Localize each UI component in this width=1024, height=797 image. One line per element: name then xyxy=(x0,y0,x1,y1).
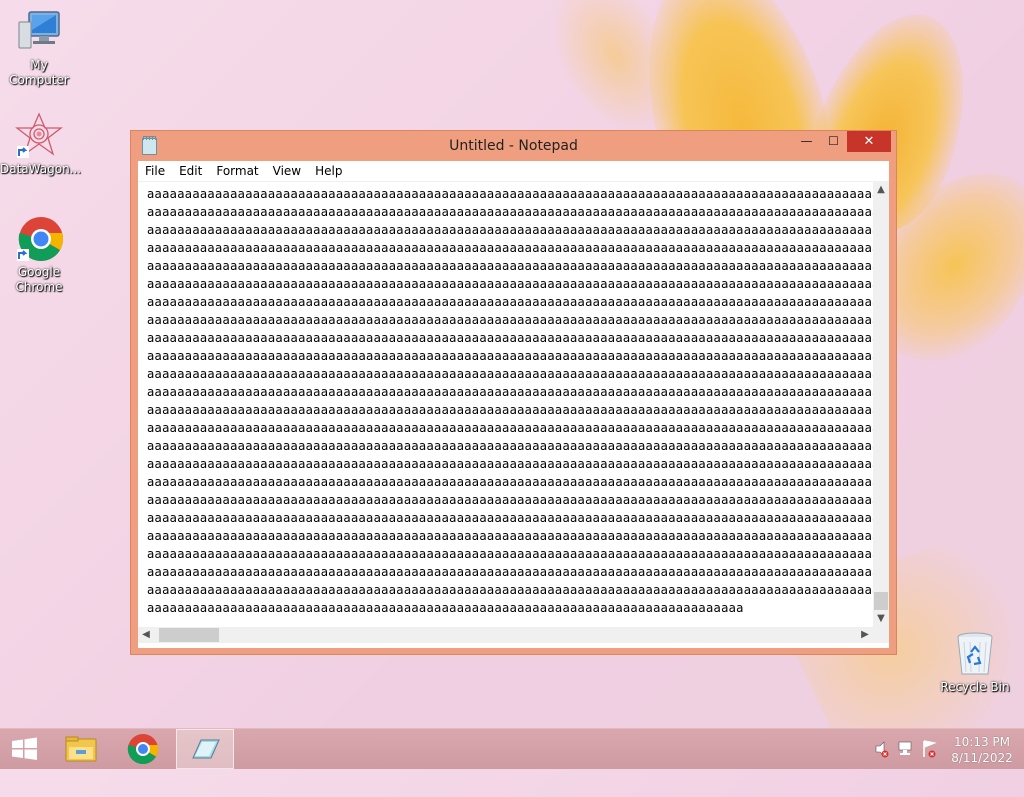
title-bar[interactable]: Untitled - Notepad — ☐ ✕ xyxy=(131,131,896,161)
close-button[interactable]: ✕ xyxy=(847,131,891,152)
horizontal-scroll-thumb[interactable] xyxy=(159,628,219,642)
editor-content: aaaaaaaaaaaaaaaaaaaaaaaaaaaaaaaaaaaaaaaa… xyxy=(147,187,873,615)
menu-help[interactable]: Help xyxy=(308,161,349,181)
menu-view[interactable]: View xyxy=(266,161,308,181)
menu-bar: File Edit Format View Help xyxy=(138,161,889,182)
desktop-icon-datawagon[interactable]: DataWagon... xyxy=(0,112,82,177)
notepad-window[interactable]: Untitled - Notepad — ☐ ✕ File Edit Forma… xyxy=(130,130,897,655)
desktop-icon-recycle-bin[interactable]: Recycle Bin xyxy=(936,630,1014,695)
clock[interactable]: 10:13 PM 8/11/2022 xyxy=(944,734,1020,766)
recycle-bin-icon xyxy=(951,630,999,678)
taskbar-google-chrome[interactable] xyxy=(115,729,171,769)
taskbar-notepad[interactable] xyxy=(176,729,234,769)
window-title: Untitled - Notepad xyxy=(449,138,578,154)
datawagon-icon xyxy=(15,112,63,160)
maximize-button[interactable]: ☐ xyxy=(820,131,847,152)
vertical-scroll-thumb[interactable] xyxy=(874,592,888,610)
desktop-icon-label: My Computer xyxy=(9,58,69,87)
vertical-scrollbar[interactable]: ▲ ▼ xyxy=(873,182,889,627)
taskbar: 10:13 PM 8/11/2022 xyxy=(0,728,1024,769)
action-center-icon xyxy=(923,740,937,758)
desktop-icon-my-computer[interactable]: My Computer xyxy=(0,8,78,88)
minimize-button[interactable]: — xyxy=(793,131,820,152)
scroll-right-arrow-icon[interactable]: ▶ xyxy=(857,627,873,643)
desktop-icon-google-chrome[interactable]: Google Chrome xyxy=(0,215,78,295)
notepad-icon xyxy=(192,739,220,759)
taskbar-file-explorer[interactable] xyxy=(53,729,109,769)
chrome-icon xyxy=(127,734,159,765)
desktop-icon-label: DataWagon... xyxy=(0,162,82,176)
scroll-up-arrow-icon[interactable]: ▲ xyxy=(873,182,889,198)
clock-time: 10:13 PM xyxy=(954,735,1010,749)
text-editor[interactable]: aaaaaaaaaaaaaaaaaaaaaaaaaaaaaaaaaaaaaaaa… xyxy=(138,182,873,627)
windows-logo-icon xyxy=(12,737,37,760)
chrome-icon xyxy=(15,215,64,263)
menu-edit[interactable]: Edit xyxy=(172,161,209,181)
scrollbar-corner xyxy=(873,627,889,643)
folder-icon xyxy=(65,736,97,762)
desktop-icon-label: Recycle Bin xyxy=(940,680,1010,694)
scroll-down-arrow-icon[interactable]: ▼ xyxy=(873,611,889,627)
computer-icon xyxy=(15,8,63,56)
start-button[interactable] xyxy=(0,729,50,769)
desktop-icon-label: Google Chrome xyxy=(15,265,63,294)
volume-muted-icon xyxy=(875,741,889,758)
menu-format[interactable]: Format xyxy=(209,161,265,181)
notepad-client: File Edit Format View Help aaaaaaaaaaaaa… xyxy=(138,161,889,648)
scroll-left-arrow-icon[interactable]: ◀ xyxy=(138,627,154,643)
horizontal-scrollbar[interactable]: ◀ ▶ xyxy=(138,627,873,643)
network-icon xyxy=(898,741,912,755)
clock-date: 8/11/2022 xyxy=(951,751,1013,765)
system-tray xyxy=(872,729,942,769)
menu-file[interactable]: File xyxy=(138,161,172,181)
